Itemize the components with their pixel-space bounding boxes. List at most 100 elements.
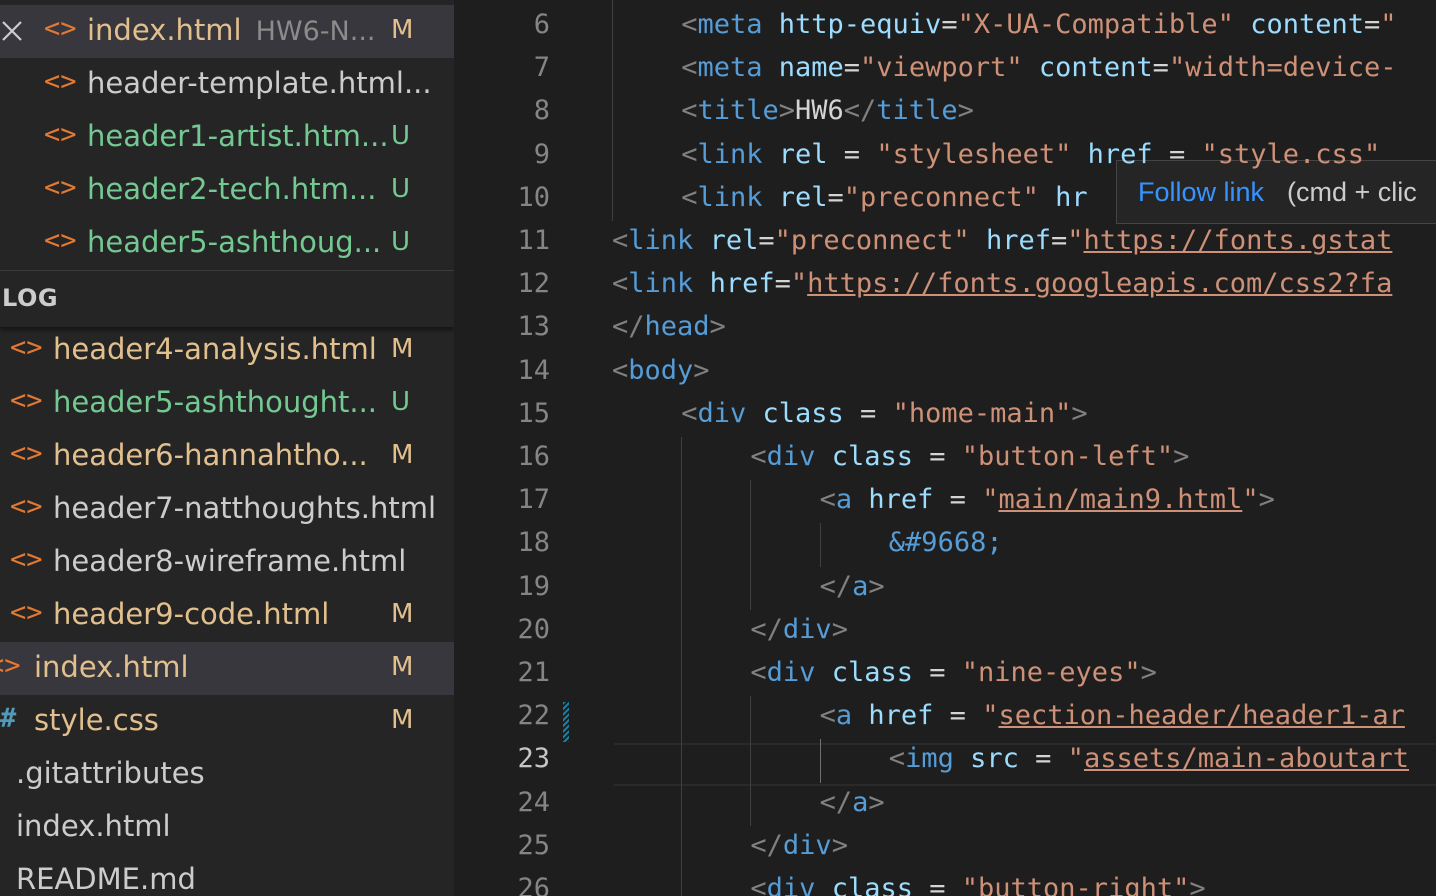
code-line[interactable]: </div> <box>750 614 848 645</box>
line-number: 11 <box>517 225 550 256</box>
code-line[interactable]: <a href = "section-header/header1-ar <box>820 700 1405 731</box>
code-token: < <box>681 9 698 40</box>
file-tree-item[interactable]: .gitattributes <box>0 748 454 801</box>
code-line[interactable]: &#9668; <box>889 527 1003 558</box>
code-token: = <box>827 181 844 213</box>
open-editor-item[interactable]: <> header5-ashthoug... U <box>0 217 454 270</box>
code-line[interactable]: <div class = "home-main"> <box>681 398 1087 429</box>
code-token: "width=device- <box>1168 52 1397 84</box>
line-number: 20 <box>517 613 550 645</box>
file-tree-item[interactable]: <> index.html M <box>0 642 454 695</box>
code-token: = <box>912 441 962 472</box>
indent-guide <box>612 0 613 221</box>
file-tree-item[interactable]: <> header9-code.html M <box>0 589 454 642</box>
code-token: "nine-eyes" <box>961 657 1141 688</box>
follow-link-text[interactable]: Follow link <box>1138 177 1264 208</box>
line-number: 18 <box>517 527 550 559</box>
file-tree-item[interactable]: # style.css M <box>0 695 454 748</box>
code-token: < <box>612 225 629 256</box>
code-line[interactable]: <div class = "button-right"> <box>750 873 1205 896</box>
file-name: header7-natthoughts.html <box>53 491 437 525</box>
code-token: hr <box>1055 181 1088 213</box>
code-token: " <box>1242 484 1259 516</box>
code-token: head <box>644 311 710 343</box>
code-token: " <box>790 268 808 300</box>
file-tree-item[interactable]: <> header5-ashthought... U <box>0 377 454 430</box>
close-icon[interactable] <box>0 19 24 43</box>
code-line[interactable]: </div> <box>750 830 848 861</box>
line-number: 9 <box>533 138 550 170</box>
code-token: section-header/header1-ar <box>998 700 1405 732</box>
code-line[interactable]: <body> <box>612 355 710 386</box>
code-token: = <box>843 52 861 84</box>
code-line[interactable]: </head> <box>612 311 726 342</box>
line-number: 15 <box>517 397 550 429</box>
code-line[interactable]: <meta http-equiv="X-UA-Compatible" conte… <box>681 9 1396 40</box>
line-number: 8 <box>533 95 550 127</box>
file-name: header8-wireframe.html <box>53 544 407 578</box>
git-status-badge: U <box>391 227 411 257</box>
file-tree-item[interactable]: <> header6-hannahtho... M <box>0 430 454 483</box>
code-line[interactable]: <link rel="preconnect" hr <box>681 182 1087 213</box>
code-token: = <box>933 484 983 516</box>
code-line[interactable]: <img src = "assets/main-aboutart <box>889 743 1409 774</box>
explorer-section-header[interactable]: LOG <box>0 270 454 327</box>
html-file-icon: <> <box>10 332 43 363</box>
code-line[interactable]: <title>HW6</title> <box>681 95 974 126</box>
open-editor-item[interactable]: <> header2-tech.htm... U <box>0 164 454 217</box>
code-token: = <box>1363 9 1381 40</box>
follow-link-hover: Follow link (cmd + clic <box>1116 160 1436 224</box>
css-file-icon: # <box>0 703 17 734</box>
line-number: 7 <box>533 52 550 84</box>
code-token: "button-right" <box>961 873 1190 896</box>
explorer-sidebar: <> index.html HW6-N... M <> header-template.h… <box>0 0 454 896</box>
code-line[interactable]: <link href="https://fonts.googleapis.com… <box>612 268 1392 299</box>
code-line[interactable]: <link rel="preconnect" href="https://fon… <box>612 225 1392 256</box>
file-name: header5-ashthought... <box>53 385 378 419</box>
code-editor[interactable]: Follow link (cmd + clic 6 <meta http-equi… <box>454 0 1436 896</box>
code-token: a <box>852 786 869 818</box>
code-token: https://fonts.googleapis.com/css2?fa <box>807 268 1393 300</box>
line-number: 25 <box>517 829 550 861</box>
code-line[interactable]: </a> <box>820 571 885 602</box>
code-token: a <box>852 570 869 602</box>
code-token: https://fonts.gstat <box>1083 225 1393 256</box>
code-token: < <box>681 397 698 429</box>
code-token: class <box>831 873 913 896</box>
code-token: src <box>970 743 1019 775</box>
indent-guide <box>750 696 752 826</box>
code-line[interactable]: <link rel = "stylesheet" href = "style.c… <box>681 139 1380 170</box>
open-editor-item[interactable]: <> index.html HW6-N... M <box>0 5 454 58</box>
git-status-badge: U <box>391 174 411 204</box>
code-token: a <box>835 700 853 732</box>
code-line[interactable]: <meta name="viewport" content="width=dev… <box>681 52 1396 83</box>
line-number: 23 <box>517 743 550 775</box>
file-tree-item[interactable]: <> header4-analysis.html M <box>0 324 454 377</box>
code-line[interactable]: <a href = "main/main9.html"> <box>820 484 1275 515</box>
code-token: div <box>766 873 816 896</box>
git-status-badge: M <box>391 440 414 470</box>
code-token: body <box>628 354 694 386</box>
html-file-icon: <> <box>10 385 43 416</box>
code-token: href <box>985 225 1051 256</box>
line-number: 6 <box>533 9 550 40</box>
file-tree-item[interactable]: <> header7-natthoughts.html <box>0 483 454 536</box>
follow-link-shortcut: (cmd + clic <box>1287 177 1417 207</box>
git-status-badge: M <box>391 652 414 682</box>
code-line[interactable]: <div class = "nine-eyes"> <box>750 657 1156 688</box>
open-editor-item[interactable]: <> header-template.html... <box>0 58 454 111</box>
code-token: > <box>1173 441 1190 472</box>
code-token: = <box>912 657 962 688</box>
file-tree-item[interactable]: index.html <box>0 801 454 854</box>
code-token: > <box>778 95 795 127</box>
code-token: = <box>827 138 877 170</box>
file-tree-item[interactable]: README.md <box>0 854 454 896</box>
code-line[interactable]: </a> <box>820 787 885 818</box>
code-line[interactable]: <div class = "button-left"> <box>750 441 1189 472</box>
file-tree-item[interactable]: <> header8-wireframe.html <box>0 536 454 589</box>
code-token: = <box>758 225 775 256</box>
open-editor-item[interactable]: <> header1-artist.htm... U <box>0 111 454 164</box>
